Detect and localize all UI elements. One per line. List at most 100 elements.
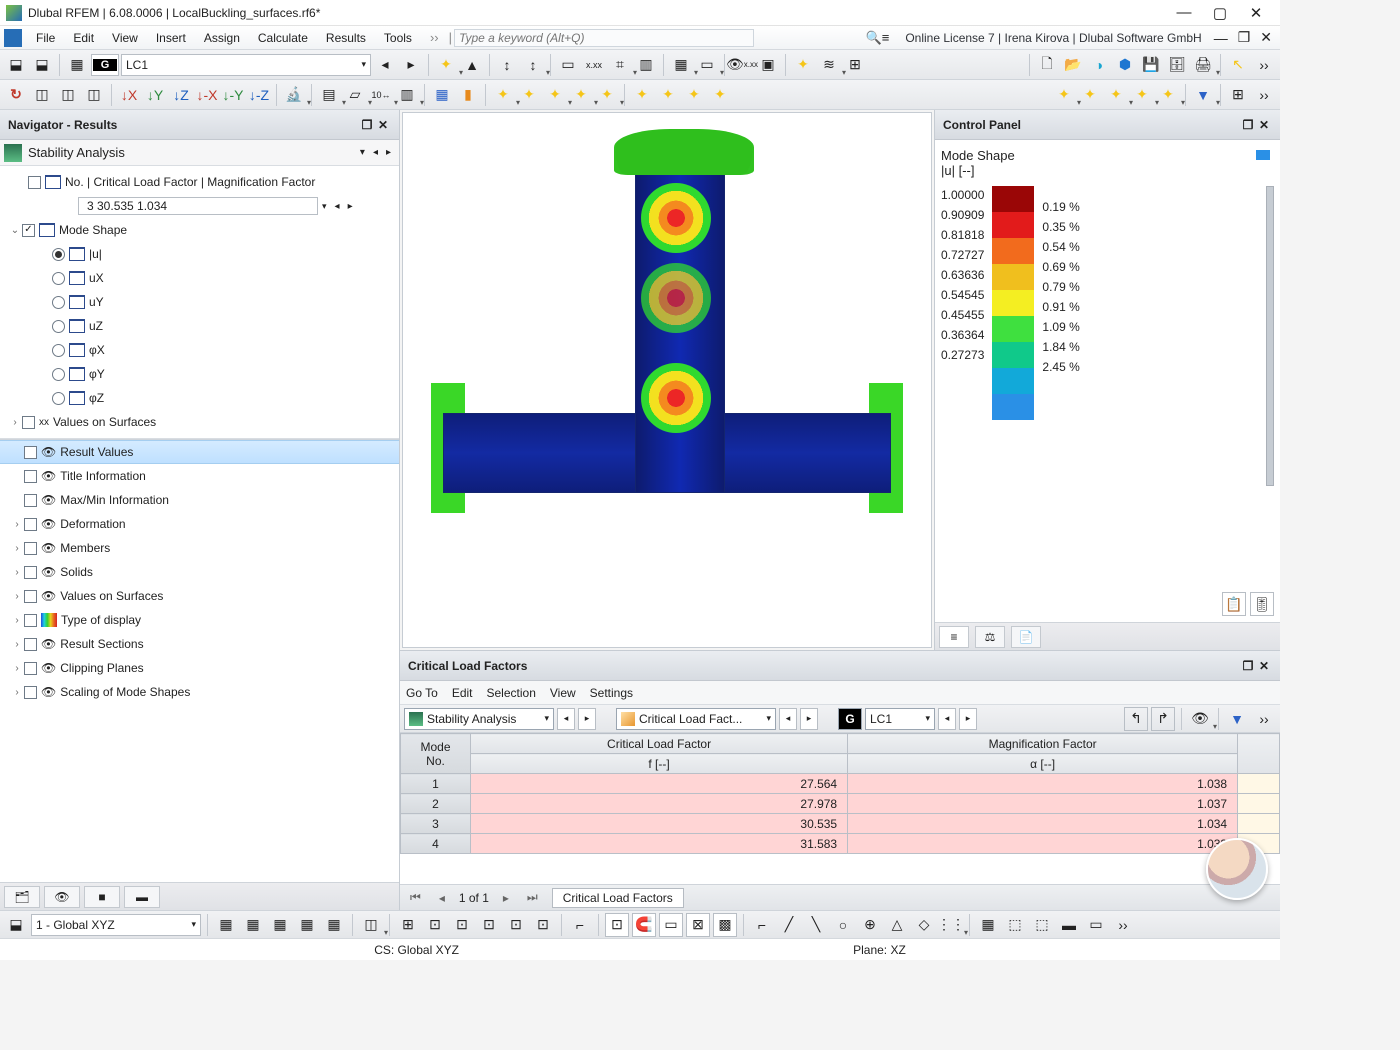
menu-more-icon[interactable]: ›› (422, 27, 447, 48)
app-menu-icon[interactable] (4, 29, 22, 47)
legend-btn-2[interactable]: 🎚 (1250, 592, 1274, 616)
rstar-2[interactable]: ✦ (1078, 83, 1102, 107)
nav2-label[interactable]: Solids (60, 565, 93, 579)
nav2-check-5[interactable] (24, 566, 37, 579)
snap-2[interactable]: 🧲 (632, 913, 656, 937)
ctrl-scrollbar[interactable] (1266, 186, 1274, 486)
axis-ny[interactable]: ↓-Y (221, 83, 245, 107)
tool-cursor[interactable]: ↖ (1226, 53, 1250, 77)
axis-y[interactable]: ↓Y (143, 83, 167, 107)
snap-5[interactable]: ▩ (713, 913, 737, 937)
btm-undock-icon[interactable]: ❐ (1240, 659, 1256, 673)
grid-icon[interactable]: ⊞ (1226, 83, 1250, 107)
snap-4[interactable]: ⊠ (686, 913, 710, 937)
draw-3[interactable]: ╲ (804, 913, 828, 937)
clf-prev[interactable]: ◂ (331, 201, 344, 212)
star-8[interactable]: ✦ (682, 83, 706, 107)
nav2-exp[interactable]: › (10, 567, 24, 578)
sbtn-13[interactable]: ⌐ (568, 913, 592, 937)
rstar-4[interactable]: ✦▾ (1130, 83, 1154, 107)
sbtn-6[interactable]: ◫▾ (359, 913, 383, 937)
nav2-label[interactable]: Values on Surfaces (60, 589, 163, 603)
load-combo-dropdown[interactable]: LC1▾ (121, 54, 371, 76)
sbtn-7[interactable]: ⊞ (396, 913, 420, 937)
view-xy[interactable]: ◫ (56, 83, 80, 107)
nav2-check-1[interactable] (24, 470, 37, 483)
tool-c[interactable]: ▦ (65, 53, 89, 77)
window-minimize[interactable]: — (1166, 4, 1202, 21)
btm-close-icon[interactable]: ✕ (1256, 659, 1272, 673)
tool-g2[interactable]: ▣ (756, 53, 780, 77)
sbtn-10[interactable]: ⊡ (477, 913, 501, 937)
status-more[interactable]: ›› (1111, 913, 1135, 937)
table-row[interactable]: 431.5831.033 (401, 834, 1280, 854)
tool-b[interactable]: ⬓ (30, 53, 54, 77)
sbtn-8[interactable]: ⊡ (423, 913, 447, 937)
btm-menu-settings[interactable]: Settings (590, 686, 633, 700)
mode-radio-5[interactable] (52, 368, 65, 381)
menu-assign[interactable]: Assign (196, 28, 248, 48)
nav-analysis-prev[interactable]: ◂ (369, 147, 382, 158)
nav2-exp[interactable]: › (10, 639, 24, 650)
axis-z[interactable]: ↓Z (169, 83, 193, 107)
nav2-exp[interactable]: › (10, 687, 24, 698)
mode-radio-6[interactable] (52, 392, 65, 405)
navtab-4[interactable]: ▬ (124, 886, 160, 908)
mdi-restore[interactable]: ❐ (1234, 29, 1255, 46)
load-next[interactable]: ▸ (399, 53, 423, 77)
tool-more[interactable]: ›› (1252, 53, 1276, 77)
more2[interactable]: ›› (1252, 83, 1276, 107)
sel-4[interactable]: ▬ (1057, 913, 1081, 937)
sbtn-9[interactable]: ⊡ (450, 913, 474, 937)
nav2-exp[interactable]: › (10, 663, 24, 674)
snap-1[interactable]: ⊡ (605, 913, 629, 937)
mdi-close[interactable]: ✕ (1256, 29, 1276, 46)
nav2-exp[interactable]: › (10, 615, 24, 626)
btm-tab-label[interactable]: Critical Load Factors (552, 888, 684, 908)
btm-tool-eye[interactable]: 👁▾ (1188, 707, 1212, 731)
navigator-undock-icon[interactable]: ❐ (359, 118, 375, 132)
mode-radio-4[interactable] (52, 344, 65, 357)
mode-radio-0[interactable] (52, 248, 65, 261)
draw-1[interactable]: ⌐ (750, 913, 774, 937)
draw-4[interactable]: ○ (831, 913, 855, 937)
mode-shape-checkbox[interactable] (22, 224, 35, 237)
btm-table-dropdown[interactable]: Critical Load Fact...▾ (616, 708, 776, 730)
tool-e2[interactable]: x.xx (582, 53, 606, 77)
snap-3[interactable]: ▭ (659, 913, 683, 937)
vos-checkbox[interactable] (22, 416, 35, 429)
nav2-check-3[interactable] (24, 518, 37, 531)
tool-e4[interactable]: ▥ (634, 53, 658, 77)
ctrl-close-icon[interactable]: ✕ (1256, 118, 1272, 132)
tool-support[interactable]: ▲ (460, 53, 484, 77)
redraw-icon[interactable]: ↻ (4, 83, 28, 107)
work-plane-dropdown[interactable]: 1 - Global XYZ▾ (31, 914, 201, 936)
view-xz[interactable]: ◫ (82, 83, 106, 107)
sbtn-11[interactable]: ⊡ (504, 913, 528, 937)
table-row[interactable]: 127.5641.038 (401, 774, 1280, 794)
star-2[interactable]: ✦ (517, 83, 541, 107)
star-5[interactable]: ✦▾ (595, 83, 619, 107)
star-1[interactable]: ✦▾ (491, 83, 515, 107)
model-viewport[interactable] (402, 112, 932, 648)
nav2-label[interactable]: Type of display (61, 613, 141, 627)
navigator-close-icon[interactable]: ✕ (375, 118, 391, 132)
tool-f2[interactable]: ▭▾ (695, 53, 719, 77)
tool-save[interactable]: 💾 (1139, 53, 1163, 77)
nav2-check-6[interactable] (24, 590, 37, 603)
btm-tool-more[interactable]: ›› (1252, 707, 1276, 731)
table-row[interactable]: 330.5351.034 (401, 814, 1280, 834)
nav2-check-2[interactable] (24, 494, 37, 507)
sbtn-2[interactable]: ▦ (241, 913, 265, 937)
btm-menu-goto[interactable]: Go To (406, 686, 438, 700)
ctrl-tab-2[interactable]: ⚖ (975, 626, 1005, 648)
nav2-exp[interactable]: › (10, 543, 24, 554)
tool-fav1[interactable]: ✦▾ (434, 53, 458, 77)
nav2-check-10[interactable] (24, 686, 37, 699)
tool-cloud[interactable]: ◑ (1087, 53, 1111, 77)
draw-2[interactable]: ╱ (777, 913, 801, 937)
nav2-check-8[interactable] (24, 638, 37, 651)
tool-a[interactable]: ⬓ (4, 53, 28, 77)
menu-insert[interactable]: Insert (148, 28, 194, 48)
btm-tbl-prev[interactable]: ◂ (779, 708, 797, 730)
